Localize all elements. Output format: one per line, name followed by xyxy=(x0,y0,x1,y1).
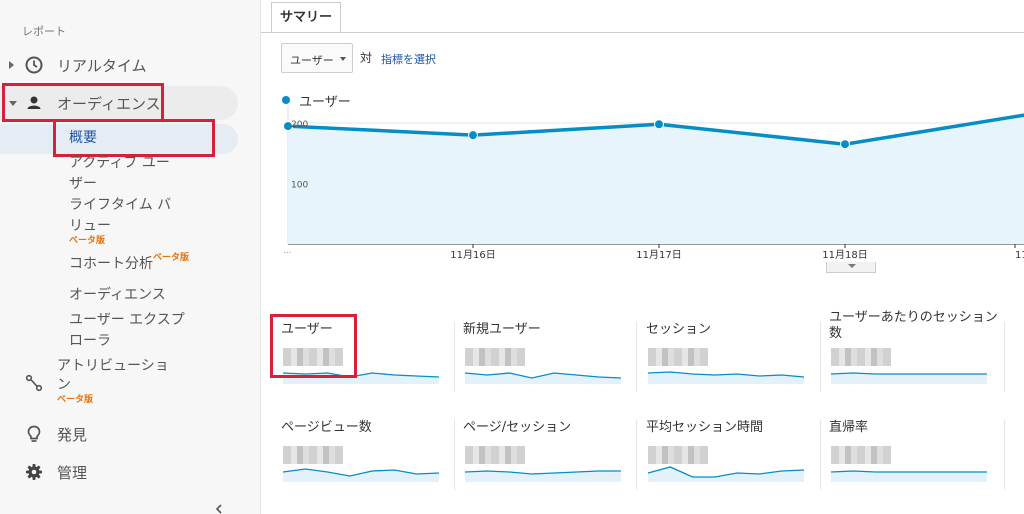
sidebar-subitem-user-explorer[interactable]: ユーザー エクスプ ローラ xyxy=(69,310,185,352)
metric-card[interactable]: 直帰率 xyxy=(829,420,995,495)
vs-label: 対 xyxy=(360,51,373,65)
sidebar-item-label: 管理 xyxy=(57,464,88,482)
users-line-chart: 200 100 11月16日 11月17日 11月18日 11月 xyxy=(283,105,1024,261)
y-tick-label: 200 xyxy=(291,120,308,130)
chart-expand-toggle[interactable] xyxy=(826,262,876,273)
metric-label-line: 数 xyxy=(829,326,843,341)
legend-dot xyxy=(282,96,290,104)
metric-label: ユーザーあたりのセッション数 xyxy=(829,310,998,342)
data-point[interactable] xyxy=(654,119,664,130)
choose-metric-link[interactable]: 指標を選択 xyxy=(381,51,436,67)
lightbulb-icon xyxy=(27,425,41,442)
attribution-icon xyxy=(25,374,43,392)
metric-label: セッション xyxy=(646,322,712,337)
beta-badge: ベータ版 xyxy=(57,395,94,405)
gear-icon xyxy=(26,464,42,480)
metric-card[interactable]: 平均セッション時間 xyxy=(646,420,812,495)
report-sidebar: レポート リアルタイム オーディエンス 概要 アクティブ ユー ザー ライフタイ… xyxy=(0,0,261,514)
metric-select-value: ユーザー xyxy=(290,54,334,67)
chevron-down-icon xyxy=(340,57,346,61)
chevron-down-icon xyxy=(848,264,856,268)
data-point[interactable] xyxy=(468,130,478,141)
card-separator xyxy=(1004,420,1005,490)
highlight-box xyxy=(270,314,357,378)
metric-label: 直帰率 xyxy=(829,420,869,435)
more-indicator: ... xyxy=(283,246,292,256)
subitem-line: ザー xyxy=(69,176,97,192)
sidebar-item-attribution[interactable]: アトリビューショ ン ベータ版 xyxy=(0,355,260,405)
metric-select[interactable]: ユーザー xyxy=(281,43,353,73)
label-line: アトリビューショ xyxy=(57,358,169,374)
card-separator xyxy=(454,322,455,392)
chevron-left-icon[interactable] xyxy=(214,504,224,514)
metric-card[interactable]: ユーザーあたりのセッション数 xyxy=(829,310,998,385)
subitem-line: アクティブ ユー xyxy=(69,155,170,171)
sparkline xyxy=(647,371,805,384)
sidebar-item-discover[interactable]: 発見 xyxy=(0,416,260,452)
sparkline xyxy=(830,470,987,482)
tab-divider xyxy=(261,32,1024,33)
sparkline-area xyxy=(648,372,804,384)
highlight-box xyxy=(2,83,164,122)
beta-badge: ベータ版 xyxy=(153,253,190,263)
metric-card[interactable]: ページ/セッション xyxy=(463,420,629,495)
metric-label: 平均セッション時間 xyxy=(646,420,764,435)
card-separator xyxy=(636,420,637,490)
sidebar-subitem-audiences[interactable]: オーディエンス xyxy=(69,285,166,306)
section-label: レポート xyxy=(22,25,66,38)
x-tick-label: 11月18日 xyxy=(822,249,867,261)
subitem-line: ユーザー エクスプ xyxy=(69,312,185,328)
sparkline xyxy=(464,470,621,482)
card-separator xyxy=(820,322,821,392)
metric-card[interactable]: セッション xyxy=(646,322,812,397)
sparkline xyxy=(647,466,805,482)
x-tick-label: 11月 xyxy=(1015,249,1024,261)
x-tick-label: 11月17日 xyxy=(636,249,681,261)
sparkline-area xyxy=(465,471,621,482)
x-tick-label: 11月16日 xyxy=(450,249,495,261)
metric-card[interactable]: 新規ユーザー xyxy=(463,322,629,397)
sidebar-item-realtime[interactable]: リアルタイム xyxy=(0,47,260,83)
card-separator xyxy=(820,420,821,490)
sparkline xyxy=(464,372,622,384)
sidebar-item-label: リアルタイム xyxy=(57,57,147,75)
sidebar-item-label: 発見 xyxy=(57,426,88,444)
metric-label-line: ユーザーあたりのセッション xyxy=(829,310,998,325)
data-point[interactable] xyxy=(840,139,850,150)
metric-card[interactable]: ページビュー数 xyxy=(281,420,447,495)
sidebar-item-label: アトリビューショ ン ベータ版 xyxy=(57,357,169,410)
sidebar-item-admin[interactable]: 管理 xyxy=(0,454,260,490)
subitem-line: ローラ xyxy=(69,333,111,349)
clock-icon xyxy=(25,56,43,74)
metric-label: ページビュー数 xyxy=(281,420,372,435)
metric-label: 新規ユーザー xyxy=(463,322,541,337)
tab-summary[interactable]: サマリー xyxy=(271,2,341,33)
y-tick-label: 100 xyxy=(291,181,308,191)
sidebar-subitem-lifetime-value[interactable]: ライフタイム バ リュー ベータ版 xyxy=(69,195,171,252)
card-separator xyxy=(636,322,637,392)
sparkline-area xyxy=(283,469,439,482)
sparkline xyxy=(830,372,987,384)
card-separator xyxy=(1004,322,1005,392)
card-separator xyxy=(454,420,455,490)
subitem-line: ライフタイム バ xyxy=(69,197,172,213)
sidebar-subitem-cohort[interactable]: コホート分析ベータ版 xyxy=(69,253,190,277)
beta-badge: ベータ版 xyxy=(69,236,106,246)
caret-right-icon[interactable] xyxy=(9,61,14,69)
subitem-line: コホート分析 xyxy=(69,256,153,272)
sparkline xyxy=(282,468,440,482)
sidebar-subitem-active-users[interactable]: アクティブ ユー ザー xyxy=(69,153,170,195)
highlight-box xyxy=(53,119,215,157)
metric-label: ページ/セッション xyxy=(463,420,572,435)
